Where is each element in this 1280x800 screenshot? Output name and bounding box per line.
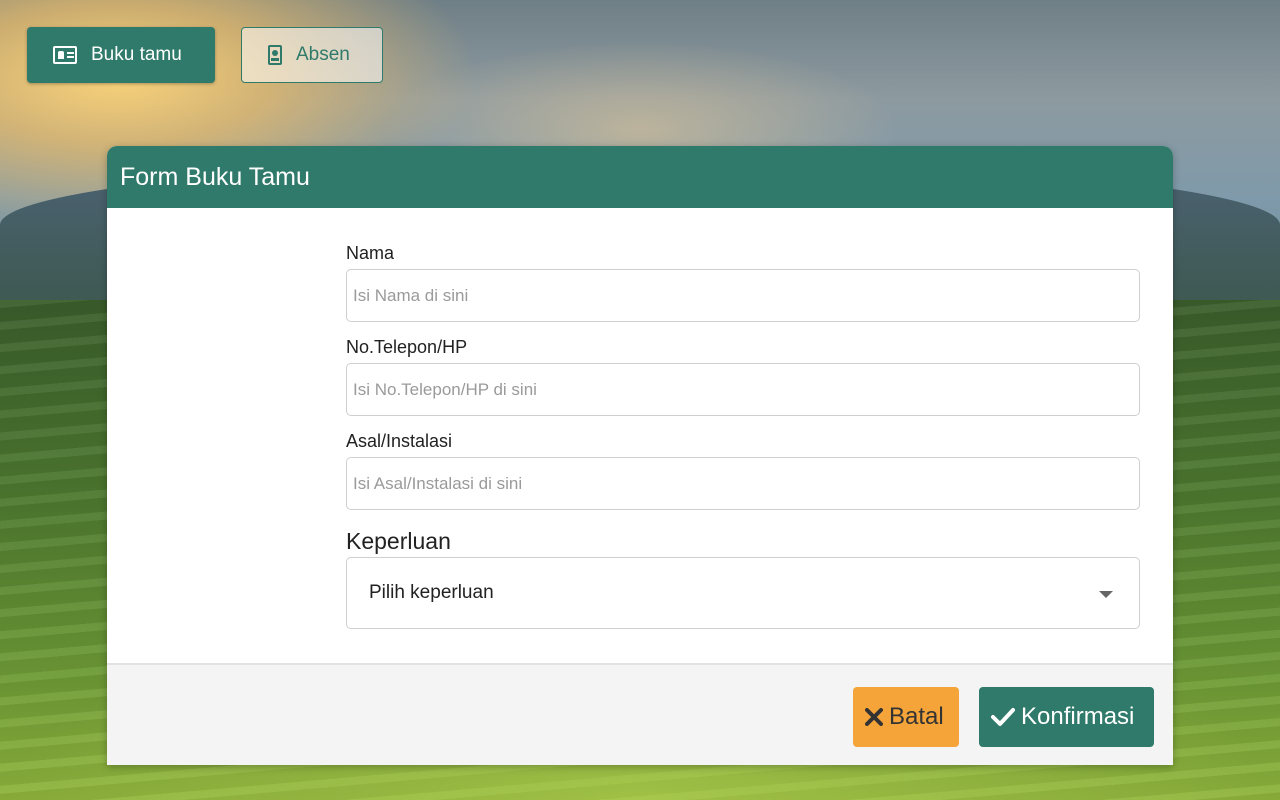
- dialog-title: Form Buku Tamu: [120, 162, 310, 191]
- id-card-icon: [53, 46, 77, 64]
- cancel-button-label: Batal: [889, 703, 944, 730]
- dialog-footer: Batal Konfirmasi: [107, 663, 1173, 765]
- confirm-button[interactable]: Konfirmasi: [979, 687, 1154, 747]
- caret-down-icon: [1099, 591, 1113, 598]
- dialog-header: Form Buku Tamu: [107, 146, 1173, 208]
- check-icon: [991, 708, 1015, 726]
- dialog-body: Nama No.Telepon/HP Asal/Instalasi Keperl…: [107, 208, 1173, 663]
- origin-label: Asal/Instalasi: [346, 431, 453, 451]
- attendance-button-label: Absen: [296, 44, 350, 65]
- origin-input[interactable]: [346, 457, 1140, 510]
- phone-input[interactable]: [346, 363, 1140, 416]
- badge-icon: [268, 45, 282, 65]
- attendance-button[interactable]: Absen: [241, 27, 383, 83]
- phone-label: No.Telepon/HP: [346, 337, 468, 357]
- name-label: Nama: [346, 243, 395, 263]
- purpose-select-value: Pilih keperluan: [369, 582, 494, 603]
- name-input[interactable]: [346, 269, 1140, 322]
- confirm-button-label: Konfirmasi: [1021, 703, 1135, 730]
- close-icon: [865, 708, 883, 726]
- purpose-label: Keperluan: [346, 528, 451, 554]
- guestbook-button[interactable]: Buku tamu: [27, 27, 215, 83]
- cancel-button[interactable]: Batal: [853, 687, 959, 747]
- guestbook-button-label: Buku tamu: [91, 44, 182, 65]
- purpose-select[interactable]: Pilih keperluan: [346, 557, 1140, 629]
- guestbook-form-dialog: Form Buku Tamu Nama No.Telepon/HP Asal/I…: [107, 146, 1173, 765]
